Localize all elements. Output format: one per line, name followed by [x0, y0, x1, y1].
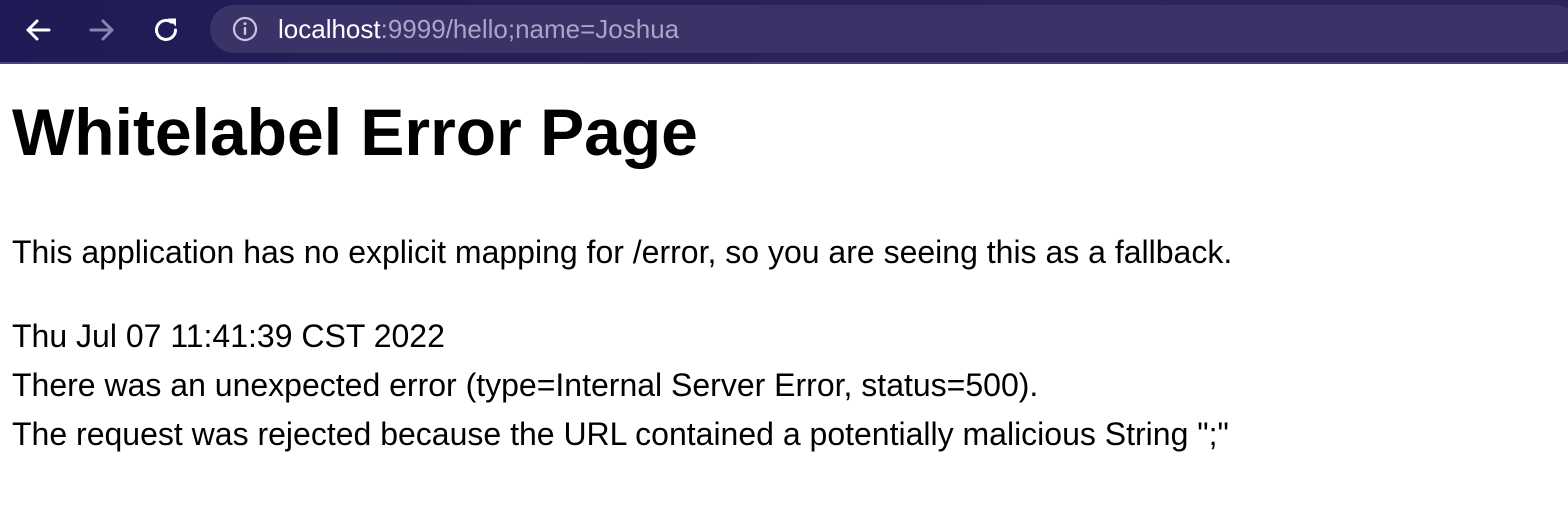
browser-toolbar: localhost:9999/hello;name=Joshua	[0, 0, 1568, 64]
reload-button[interactable]	[144, 8, 188, 52]
url-host: localhost	[278, 14, 381, 44]
back-button[interactable]	[16, 8, 60, 52]
info-icon[interactable]	[232, 16, 258, 42]
page-title: Whitelabel Error Page	[12, 95, 698, 169]
arrow-left-icon	[26, 19, 51, 41]
forward-button[interactable]	[80, 8, 124, 52]
reload-icon	[155, 18, 177, 41]
error-reason: The request was rejected because the URL…	[12, 416, 1229, 452]
arrow-right-icon	[89, 19, 114, 41]
error-timestamp: Thu Jul 07 11:41:39 CST 2022	[12, 318, 445, 354]
error-type-status: There was an unexpected error (type=Inte…	[12, 367, 1039, 403]
address-bar[interactable]: localhost:9999/hello;name=Joshua	[210, 5, 1568, 53]
fallback-description: This application has no explicit mapping…	[12, 234, 1233, 270]
url-path: :9999/hello;name=Joshua	[380, 14, 680, 44]
url-text[interactable]: localhost:9999/hello;name=Joshua	[278, 5, 679, 53]
